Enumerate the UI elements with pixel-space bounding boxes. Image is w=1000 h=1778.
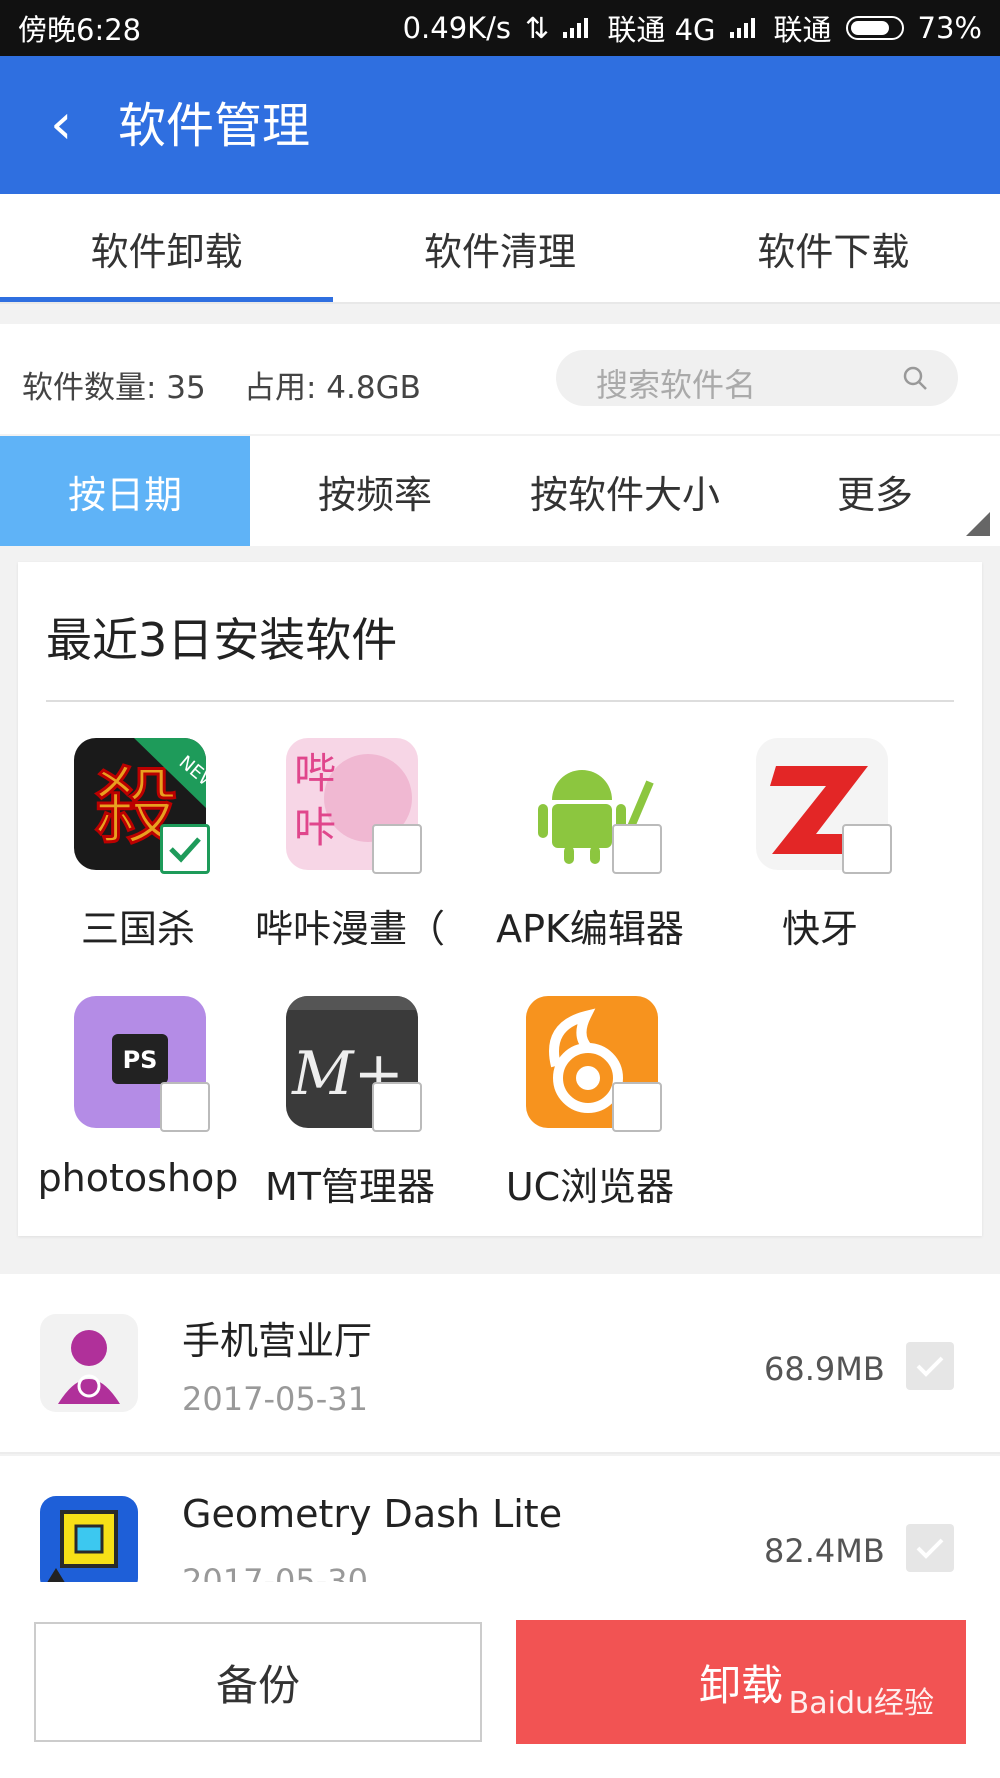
app-checkbox[interactable] [372,1082,422,1132]
network-speed: 0.49K/s [402,11,512,45]
app-checkbox[interactable] [612,1082,662,1132]
sort-by-frequency[interactable]: 按频率 [250,436,500,546]
recent-app[interactable]: M+ MT管理器 [230,996,470,1226]
app-name: 三国杀 [80,907,195,951]
recent-app[interactable]: PS photoshop [18,996,258,1226]
search-placeholder: 搜索软件名 [596,366,757,404]
tab-bar: 软件卸载 软件清理 软件下载 [0,194,1000,304]
app-name: UC浏览器 [505,1165,675,1209]
geometry-dash-icon [40,1496,138,1582]
svg-text:哔: 哔 [294,749,336,798]
sort-by-size[interactable]: 按软件大小 [500,436,750,546]
app-checkbox[interactable] [906,1524,954,1572]
svg-text:咔: 咔 [294,803,336,852]
signal-icon [729,16,760,40]
status-right: 0.49K/s ⇅ 联通 4G 联通 73% [403,7,982,49]
app-name: 快牙 [781,907,858,951]
china-unicom-icon [40,1314,138,1412]
list-item[interactable]: Geometry Dash Lite 2017-05-30 82.4MB [0,1456,1000,1582]
page-title: 软件管理 [118,98,311,154]
action-bar: 备份 卸载 Baidu经验 [0,1582,1000,1778]
recent-app[interactable]: 殺 NEW 三国杀 [18,738,258,968]
list-item[interactable]: 手机营业厅 2017-05-31 68.9MB [0,1274,1000,1454]
app-checkbox[interactable] [160,824,210,874]
backup-button[interactable]: 备份 [34,1622,482,1742]
app-name: photoshop [37,1156,239,1200]
divider [46,700,954,702]
app-size: 82.4MB [764,1532,885,1570]
recent-app[interactable]: UC浏览器 [470,996,710,1226]
recent-installs-card: 最近3日安装软件 殺 NEW 三国杀 哔 咔 哔咔漫畫（ APK编辑器 快牙 P… [18,562,982,1236]
watermark: Baidu经验 [788,1686,934,1721]
app-name: Geometry Dash Lite [182,1492,563,1536]
sort-bar: 按日期 按频率 按软件大小 更多 [0,436,1000,546]
recent-app[interactable]: 哔 咔 哔咔漫畫（ [230,738,470,968]
battery-level: 73% [917,11,982,45]
data-arrows-icon: ⇅ [525,11,550,45]
app-checkbox[interactable] [160,1082,210,1132]
app-checkbox[interactable] [612,824,662,874]
sort-more[interactable]: 更多 [750,436,1000,546]
app-name: 手机营业厅 [182,1319,373,1363]
install-date: 2017-05-31 [182,1380,368,1418]
app-checkbox[interactable] [906,1342,954,1390]
storage-used: 占用: 4.8GB [244,370,421,406]
search-icon[interactable] [902,365,928,391]
tab-uninstall[interactable]: 软件卸载 [0,194,334,302]
uninstall-label: 卸载 [698,1660,783,1710]
uninstall-button[interactable]: 卸载 Baidu经验 [516,1620,966,1744]
app-checkbox[interactable] [372,824,422,874]
info-bar: 软件数量: 35 占用: 4.8GB 搜索软件名 [0,324,1000,434]
battery-icon [845,16,904,40]
dropdown-corner-icon[interactable] [966,512,990,536]
app-bar: ‹ 软件管理 [0,56,1000,194]
status-bar: 傍晚6:28 0.49K/s ⇅ 联通 4G 联通 73% [0,0,1000,56]
signal-icon [563,16,593,40]
app-count: 软件数量: 35 [22,370,206,406]
back-icon[interactable]: ‹ [50,90,72,160]
recent-app[interactable]: 快牙 [700,738,940,968]
sort-by-date[interactable]: 按日期 [0,436,250,546]
recent-installs-title: 最近3日安装软件 [46,613,398,667]
app-size: 68.9MB [764,1350,885,1388]
carrier-1: 联通 4G [607,13,716,47]
recent-app[interactable]: APK编辑器 [470,738,710,968]
carrier-2: 联通 [773,13,832,47]
install-date: 2017-05-30 [182,1562,368,1582]
app-name: MT管理器 [265,1165,435,1209]
svg-text:PS: PS [123,1046,158,1074]
search-input[interactable]: 搜索软件名 [556,350,958,406]
app-checkbox[interactable] [842,824,892,874]
tab-download[interactable]: 软件下载 [667,194,1000,302]
tab-clean[interactable]: 软件清理 [333,194,666,302]
status-time: 傍晚6:28 [18,13,142,47]
app-name: APK编辑器 [496,907,684,951]
app-name: 哔咔漫畫（ [254,907,445,951]
